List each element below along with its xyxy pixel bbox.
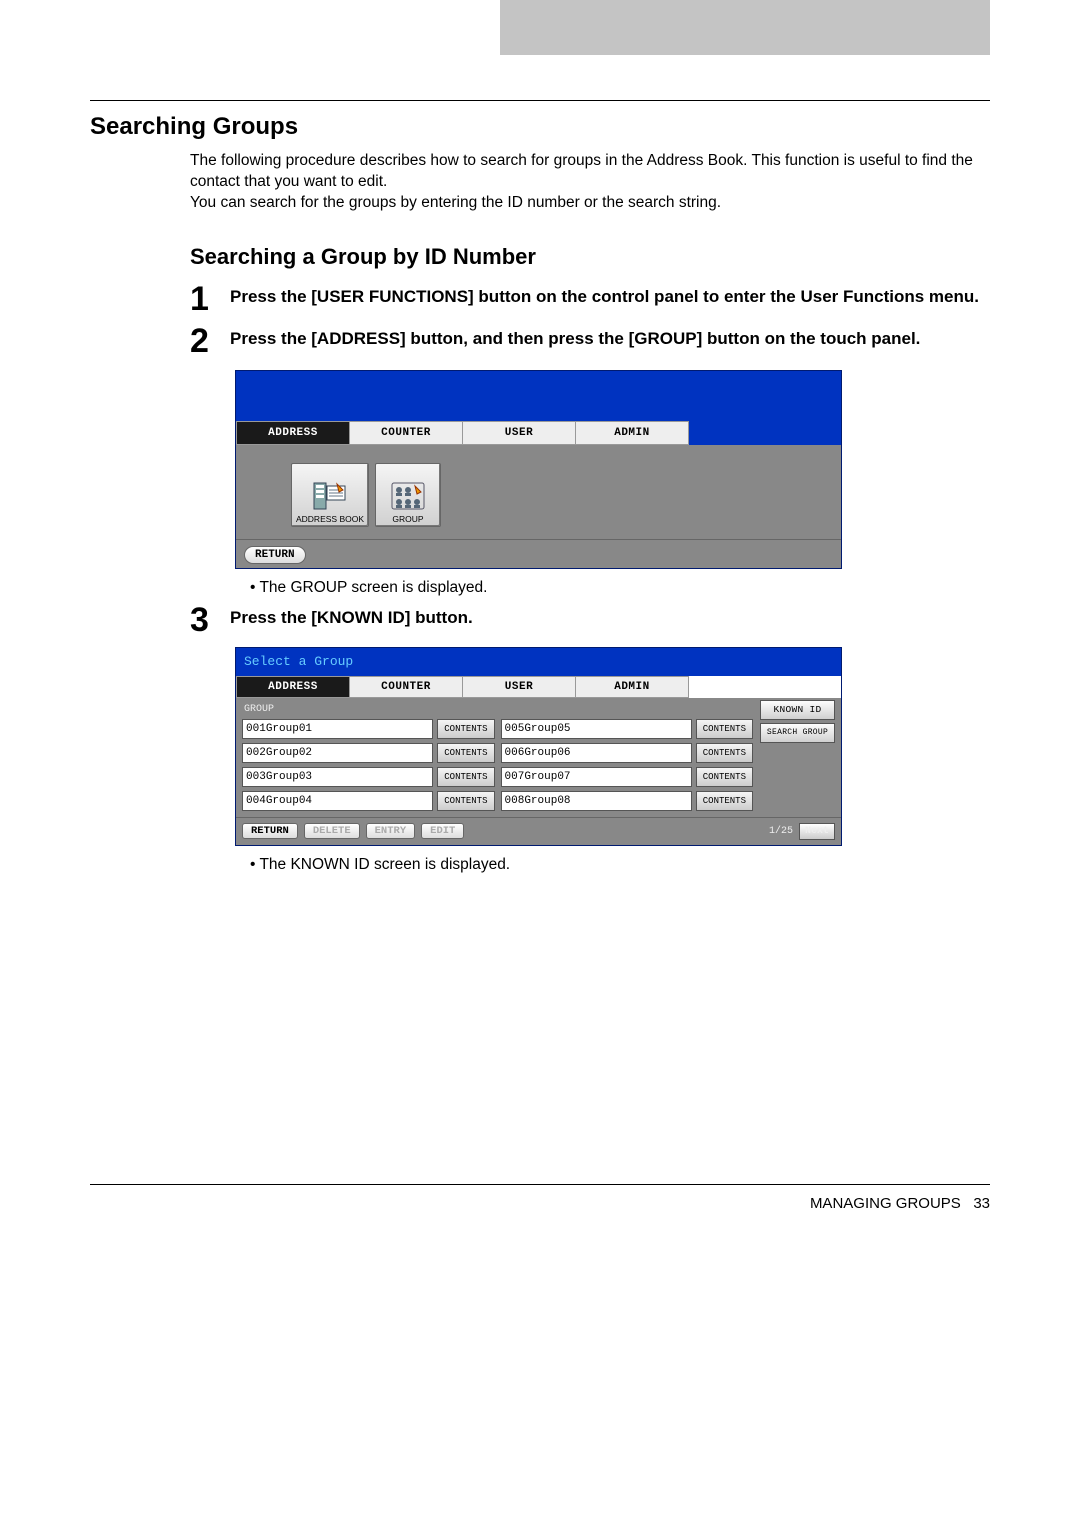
tab-user[interactable]: USER	[463, 676, 576, 698]
page-indicator: 1/25	[769, 826, 793, 837]
contents-button[interactable]: CONTENTS	[437, 719, 494, 739]
group-item[interactable]: 006Group06	[501, 743, 692, 763]
panel-body: GROUP KNOWN ID SEARCH GROUP 001Group01 C…	[236, 698, 841, 817]
contents-button[interactable]: CONTENTS	[696, 767, 753, 787]
group-item[interactable]: 007Group07	[501, 767, 692, 787]
panel-header	[236, 371, 841, 421]
subsection-title: Searching a Group by ID Number	[190, 244, 990, 270]
step-2: 2 Press the [ADDRESS] button, and then p…	[190, 324, 990, 358]
contents-button[interactable]: CONTENTS	[696, 719, 753, 739]
tab-user[interactable]: USER	[463, 421, 576, 445]
known-id-button[interactable]: KNOWN ID	[760, 700, 835, 720]
panel-prompt: Select a Group	[236, 648, 841, 676]
group-row: 005Group05 CONTENTS	[501, 719, 754, 739]
group-item[interactable]: 005Group05	[501, 719, 692, 739]
tab-row: ADDRESS COUNTER USER ADMIN	[236, 676, 841, 698]
group-row: 001Group01 CONTENTS	[242, 719, 495, 739]
edit-button[interactable]: EDIT	[421, 823, 464, 839]
step-number: 2	[190, 324, 230, 358]
group-item[interactable]: 008Group08	[501, 791, 692, 811]
group-row: 007Group07 CONTENTS	[501, 767, 754, 787]
step-number: 1	[190, 282, 230, 316]
tab-address[interactable]: ADDRESS	[236, 421, 350, 445]
delete-button[interactable]: DELETE	[304, 823, 360, 839]
return-button[interactable]: RETURN	[242, 823, 298, 839]
intro-text: The following procedure describes how to…	[190, 151, 990, 214]
address-book-label: ADDRESS BOOK	[296, 514, 364, 524]
contents-button[interactable]: CONTENTS	[437, 791, 494, 811]
next-button[interactable]: Next	[799, 823, 835, 840]
group-sublabel: GROUP	[242, 702, 835, 719]
panel-footer: RETURN	[236, 539, 841, 568]
step-title: Press the [ADDRESS] button, and then pre…	[230, 324, 920, 358]
entry-button[interactable]: ENTRY	[366, 823, 416, 839]
step-result: • The GROUP screen is displayed.	[250, 579, 990, 597]
contents-button[interactable]: CONTENTS	[696, 743, 753, 763]
group-item[interactable]: 001Group01	[242, 719, 433, 739]
group-row: 003Group03 CONTENTS	[242, 767, 495, 787]
contents-button[interactable]: CONTENTS	[696, 791, 753, 811]
section-title: Searching Groups	[90, 113, 990, 141]
step-result: • The KNOWN ID screen is displayed.	[250, 856, 990, 874]
step-title: Press the [KNOWN ID] button.	[230, 603, 473, 637]
header-gray-box	[500, 0, 990, 55]
group-item[interactable]: 002Group02	[242, 743, 433, 763]
footer-chapter: MANAGING GROUPS	[810, 1195, 961, 1212]
group-row: 004Group04 CONTENTS	[242, 791, 495, 811]
group-button[interactable]: GROUP	[375, 463, 441, 527]
tab-row: ADDRESS COUNTER USER ADMIN	[236, 421, 841, 445]
group-item[interactable]: 004Group04	[242, 791, 433, 811]
tab-counter[interactable]: COUNTER	[350, 676, 463, 698]
screenshot-group-list: Select a Group ADDRESS COUNTER USER ADMI…	[235, 647, 842, 846]
step-title: Press the [USER FUNCTIONS] button on the…	[230, 282, 979, 316]
group-icon	[391, 482, 425, 512]
return-button[interactable]: RETURN	[244, 546, 306, 564]
panel-footer: RETURN DELETE ENTRY EDIT 1/25 Next	[236, 817, 841, 845]
contents-button[interactable]: CONTENTS	[437, 743, 494, 763]
address-book-button[interactable]: ADDRESS BOOK	[291, 463, 369, 527]
group-item[interactable]: 003Group03	[242, 767, 433, 787]
page-footer: MANAGING GROUPS 33	[90, 1184, 990, 1212]
step-number: 3	[190, 603, 230, 637]
step-3: 3 Press the [KNOWN ID] button.	[190, 603, 990, 637]
footer-page-number: 33	[973, 1195, 990, 1212]
screenshot-address-panel: ADDRESS COUNTER USER ADMIN ADDRES	[235, 370, 842, 569]
search-group-button[interactable]: SEARCH GROUP	[760, 723, 835, 743]
contents-button[interactable]: CONTENTS	[437, 767, 494, 787]
tab-counter[interactable]: COUNTER	[350, 421, 463, 445]
group-row: 006Group06 CONTENTS	[501, 743, 754, 763]
group-row: 008Group08 CONTENTS	[501, 791, 754, 811]
tab-admin[interactable]: ADMIN	[576, 676, 689, 698]
address-book-icon	[313, 482, 347, 512]
step-1: 1 Press the [USER FUNCTIONS] button on t…	[190, 282, 990, 316]
tab-admin[interactable]: ADMIN	[576, 421, 689, 445]
group-label: GROUP	[392, 514, 423, 524]
top-rule	[90, 100, 990, 101]
tab-address[interactable]: ADDRESS	[236, 676, 350, 698]
panel-body: ADDRESS BOOK GROUP	[236, 445, 841, 539]
group-row: 002Group02 CONTENTS	[242, 743, 495, 763]
